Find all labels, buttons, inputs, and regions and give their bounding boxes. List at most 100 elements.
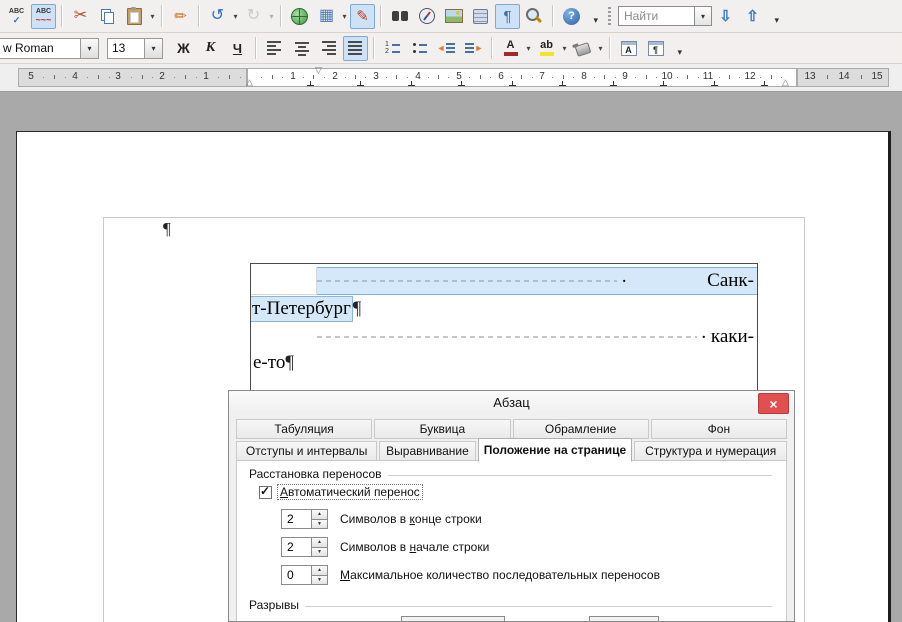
tab-stop-marker[interactable] [711,81,718,86]
text-frame[interactable]: · Санк- т-Петербург ¶ · каки- е-то¶ [250,263,758,390]
hyperlink-internet-icon[interactable] [287,4,312,29]
align-left-icon[interactable] [262,36,287,61]
auto-hyphenation-checkbox[interactable]: ✓ [259,486,272,499]
decrease-indent-icon[interactable]: ◄ [434,36,459,61]
underline-icon[interactable]: Ч [225,36,250,61]
find-and-replace-icon[interactable] [387,4,412,29]
character-dialog-icon[interactable]: A [616,36,641,61]
tab-1[interactable]: Буквица [374,419,510,439]
close-icon[interactable]: × [758,393,789,414]
formatting-marks-icon[interactable]: ¶ [495,4,520,29]
tab-структура-и-нумерация[interactable]: Структура и нумерация [634,441,787,461]
increase-indent-icon[interactable]: ► [461,36,486,61]
find-previous-icon[interactable]: ⇧ [740,4,765,29]
spin-down-icon[interactable]: ▼ [312,548,327,557]
show-draw-functions-icon[interactable]: ✎ [350,4,375,29]
font-color-icon[interactable]: А [498,36,523,61]
insert-table-icon[interactable]: ▦ [314,4,339,29]
spin-up-icon[interactable]: ▲ [312,538,327,548]
toolbar-separator [491,37,493,59]
numbered-list-icon[interactable]: 12 [380,36,405,61]
redo-dropdown-icon[interactable]: ▾ [267,12,276,21]
first-line-indent-marker[interactable]: ▽ [315,66,322,75]
spinner-value[interactable] [282,566,311,584]
undo-dropdown-icon[interactable]: ▾ [231,12,240,21]
find-toolbar-options-icon[interactable]: ▾ [767,4,780,29]
tab-stop-marker[interactable] [559,81,566,86]
gallery-icon[interactable] [441,4,466,29]
tab-отступы-и-интервалы[interactable]: Отступы и интервалы [236,441,377,461]
tab-stop-marker[interactable] [307,81,314,86]
align-right-icon[interactable] [316,36,341,61]
spinner-field-0[interactable]: ▲▼ [281,509,328,529]
cut-icon[interactable]: ✂ [68,4,93,29]
toolbar-grip[interactable] [608,7,611,25]
undo-icon[interactable]: ↺ [205,4,230,29]
justify-icon[interactable] [343,36,368,61]
tab-stop-marker[interactable] [357,81,364,86]
font-size-dropdown-icon[interactable]: ▾ [144,39,162,58]
breaks-combobox-partial[interactable] [401,616,505,622]
dialog-titlebar[interactable]: Абзац × [229,391,794,414]
tab-2[interactable]: Обрамление [513,419,649,439]
left-indent-marker[interactable]: △ [246,78,253,87]
right-indent-marker[interactable]: △ [782,78,789,87]
tab-выравнивание[interactable]: Выравнивание [379,441,475,461]
bullet-list-icon[interactable] [407,36,432,61]
spin-up-icon[interactable]: ▲ [312,510,327,520]
leader-dot: · [701,328,707,347]
spinner-value[interactable] [282,510,311,528]
spinner-field-2[interactable]: ▲▼ [281,565,328,585]
align-center-icon[interactable] [289,36,314,61]
spin-up-icon[interactable]: ▲ [312,566,327,576]
tab-положение-на-странице[interactable]: Положение на странице [478,438,633,462]
highlighting-icon[interactable]: ab [534,36,559,61]
formatting-toolbar: w Roman ▾ 13 ▾ ЖКЧ12◄►А▾ab▾▾A¶▾ [0,33,902,64]
font-color-dropdown-icon[interactable]: ▾ [524,44,533,53]
background-color-icon[interactable] [570,36,595,61]
toolbar-options-icon[interactable]: ▾ [586,4,599,29]
spin-down-icon[interactable]: ▼ [312,520,327,529]
data-sources-icon[interactable] [468,4,493,29]
spellcheck-icon[interactable]: ABC✓ [4,4,29,29]
toolbar-options-2-icon[interactable]: ▾ [670,36,683,61]
font-name-dropdown-icon[interactable]: ▾ [80,39,98,58]
tab-stop-marker[interactable] [660,81,667,86]
frame-text-1: Санк- [707,270,754,292]
tab-stop-marker[interactable] [408,81,415,86]
help-icon[interactable]: ? [559,4,584,29]
find-dropdown-icon[interactable]: ▾ [694,6,712,26]
auto-spellcheck-icon[interactable]: ABC~~~ [31,4,56,29]
insert-table-dropdown-icon[interactable]: ▾ [340,12,349,21]
spinner-field-1[interactable]: ▲▼ [281,537,328,557]
find-input[interactable] [618,6,694,26]
breaks-combobox-partial[interactable] [589,616,659,622]
italic-icon[interactable]: К [198,36,223,61]
horizontal-ruler[interactable]: ▽ △ △ 54321123456789101112131415 [0,64,902,92]
font-name-combobox[interactable]: w Roman ▾ [0,38,99,59]
spinner-value[interactable] [282,538,311,556]
highlighting-dropdown-icon[interactable]: ▾ [560,44,569,53]
clone-formatting-icon[interactable]: ✏ [168,4,193,29]
tab-stop-marker[interactable] [458,81,465,86]
tab-stop-marker[interactable] [610,81,617,86]
background-color-dropdown-icon[interactable]: ▾ [596,44,605,53]
tab-stop-marker[interactable] [509,81,516,86]
redo-icon[interactable]: ↻ [241,4,266,29]
navigator-icon[interactable] [414,4,439,29]
standard-toolbar: ABC✓ABC~~~✂▾✏↺▾↻▾▦▾✎¶?▾▾⇩⇧▾ [0,0,902,33]
frame-line-4: е-то¶ [251,350,757,376]
tab-3[interactable]: Фон [651,419,787,439]
paragraph-dialog-icon[interactable]: ¶ [643,36,668,61]
bold-icon[interactable]: Ж [171,36,196,61]
tab-stop-marker[interactable] [761,81,768,86]
hyphenation-group: Расстановка переносов [249,467,772,481]
copy-icon[interactable] [95,4,120,29]
paste-dropdown-icon[interactable]: ▾ [148,12,157,21]
zoom-icon[interactable] [522,4,547,29]
font-size-combobox[interactable]: 13 ▾ [107,38,163,59]
paste-icon[interactable] [122,4,147,29]
tab-0[interactable]: Табуляция [236,419,372,439]
spin-down-icon[interactable]: ▼ [312,576,327,585]
find-next-icon[interactable]: ⇩ [713,4,738,29]
